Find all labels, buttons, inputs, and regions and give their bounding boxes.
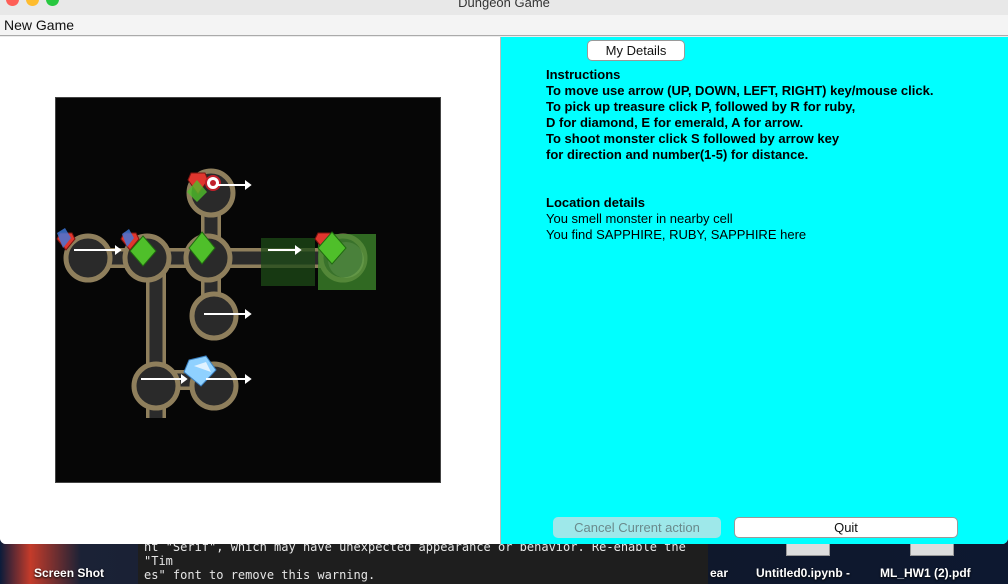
game-board-panel bbox=[0, 37, 501, 544]
desktop-file-label[interactable]: Untitled0.ipynb - bbox=[756, 566, 850, 580]
instructions-section: Instructions To move use arrow (UP, DOWN… bbox=[546, 67, 996, 163]
menu-new-game[interactable]: New Game bbox=[4, 17, 74, 33]
instructions-heading: Instructions bbox=[546, 67, 621, 82]
desktop-file-label[interactable]: ML_HW1 (2).pdf bbox=[880, 566, 971, 580]
location-line: You smell monster in nearby cell bbox=[546, 211, 733, 226]
info-panel: My Details Instructions To move use arro… bbox=[501, 37, 1008, 544]
dungeon-game-window: Dungeon Game New Game My Details Instruc… bbox=[0, 0, 1008, 544]
instruction-line: D for diamond, E for emerald, A for arro… bbox=[546, 115, 804, 130]
cancel-action-button[interactable]: Cancel Current action bbox=[553, 517, 721, 538]
player-icon bbox=[205, 175, 221, 191]
title-bar[interactable]: Dungeon Game bbox=[0, 0, 1008, 15]
terminal-line: nt "Serif", which may have unexpected ap… bbox=[144, 540, 686, 568]
terminal-window[interactable]: nt "Serif", which may have unexpected ap… bbox=[138, 540, 708, 584]
instruction-line: To move use arrow (UP, DOWN, LEFT, RIGHT… bbox=[546, 83, 934, 98]
dungeon-map[interactable] bbox=[55, 97, 441, 483]
desktop-file-label[interactable]: ear bbox=[710, 566, 728, 580]
terminal-line: es" font to remove this warning. bbox=[144, 568, 376, 582]
location-line: You find SAPPHIRE, RUBY, SAPPHIRE here bbox=[546, 227, 807, 242]
menu-bar: New Game bbox=[0, 15, 1008, 36]
location-heading: Location details bbox=[546, 195, 645, 210]
instruction-line: To shoot monster click S followed by arr… bbox=[546, 131, 840, 146]
location-details-section: Location details You smell monster in ne… bbox=[546, 195, 996, 243]
instruction-line: To pick up treasure click P, followed by… bbox=[546, 99, 856, 114]
instruction-line: for direction and number(1-5) for distan… bbox=[546, 147, 809, 162]
window-title: Dungeon Game bbox=[458, 0, 550, 10]
desktop-file-label[interactable]: Screen Shot bbox=[34, 566, 104, 580]
dungeon-map-graphic bbox=[56, 168, 376, 418]
my-details-button[interactable]: My Details bbox=[587, 40, 685, 61]
quit-button[interactable]: Quit bbox=[734, 517, 958, 538]
